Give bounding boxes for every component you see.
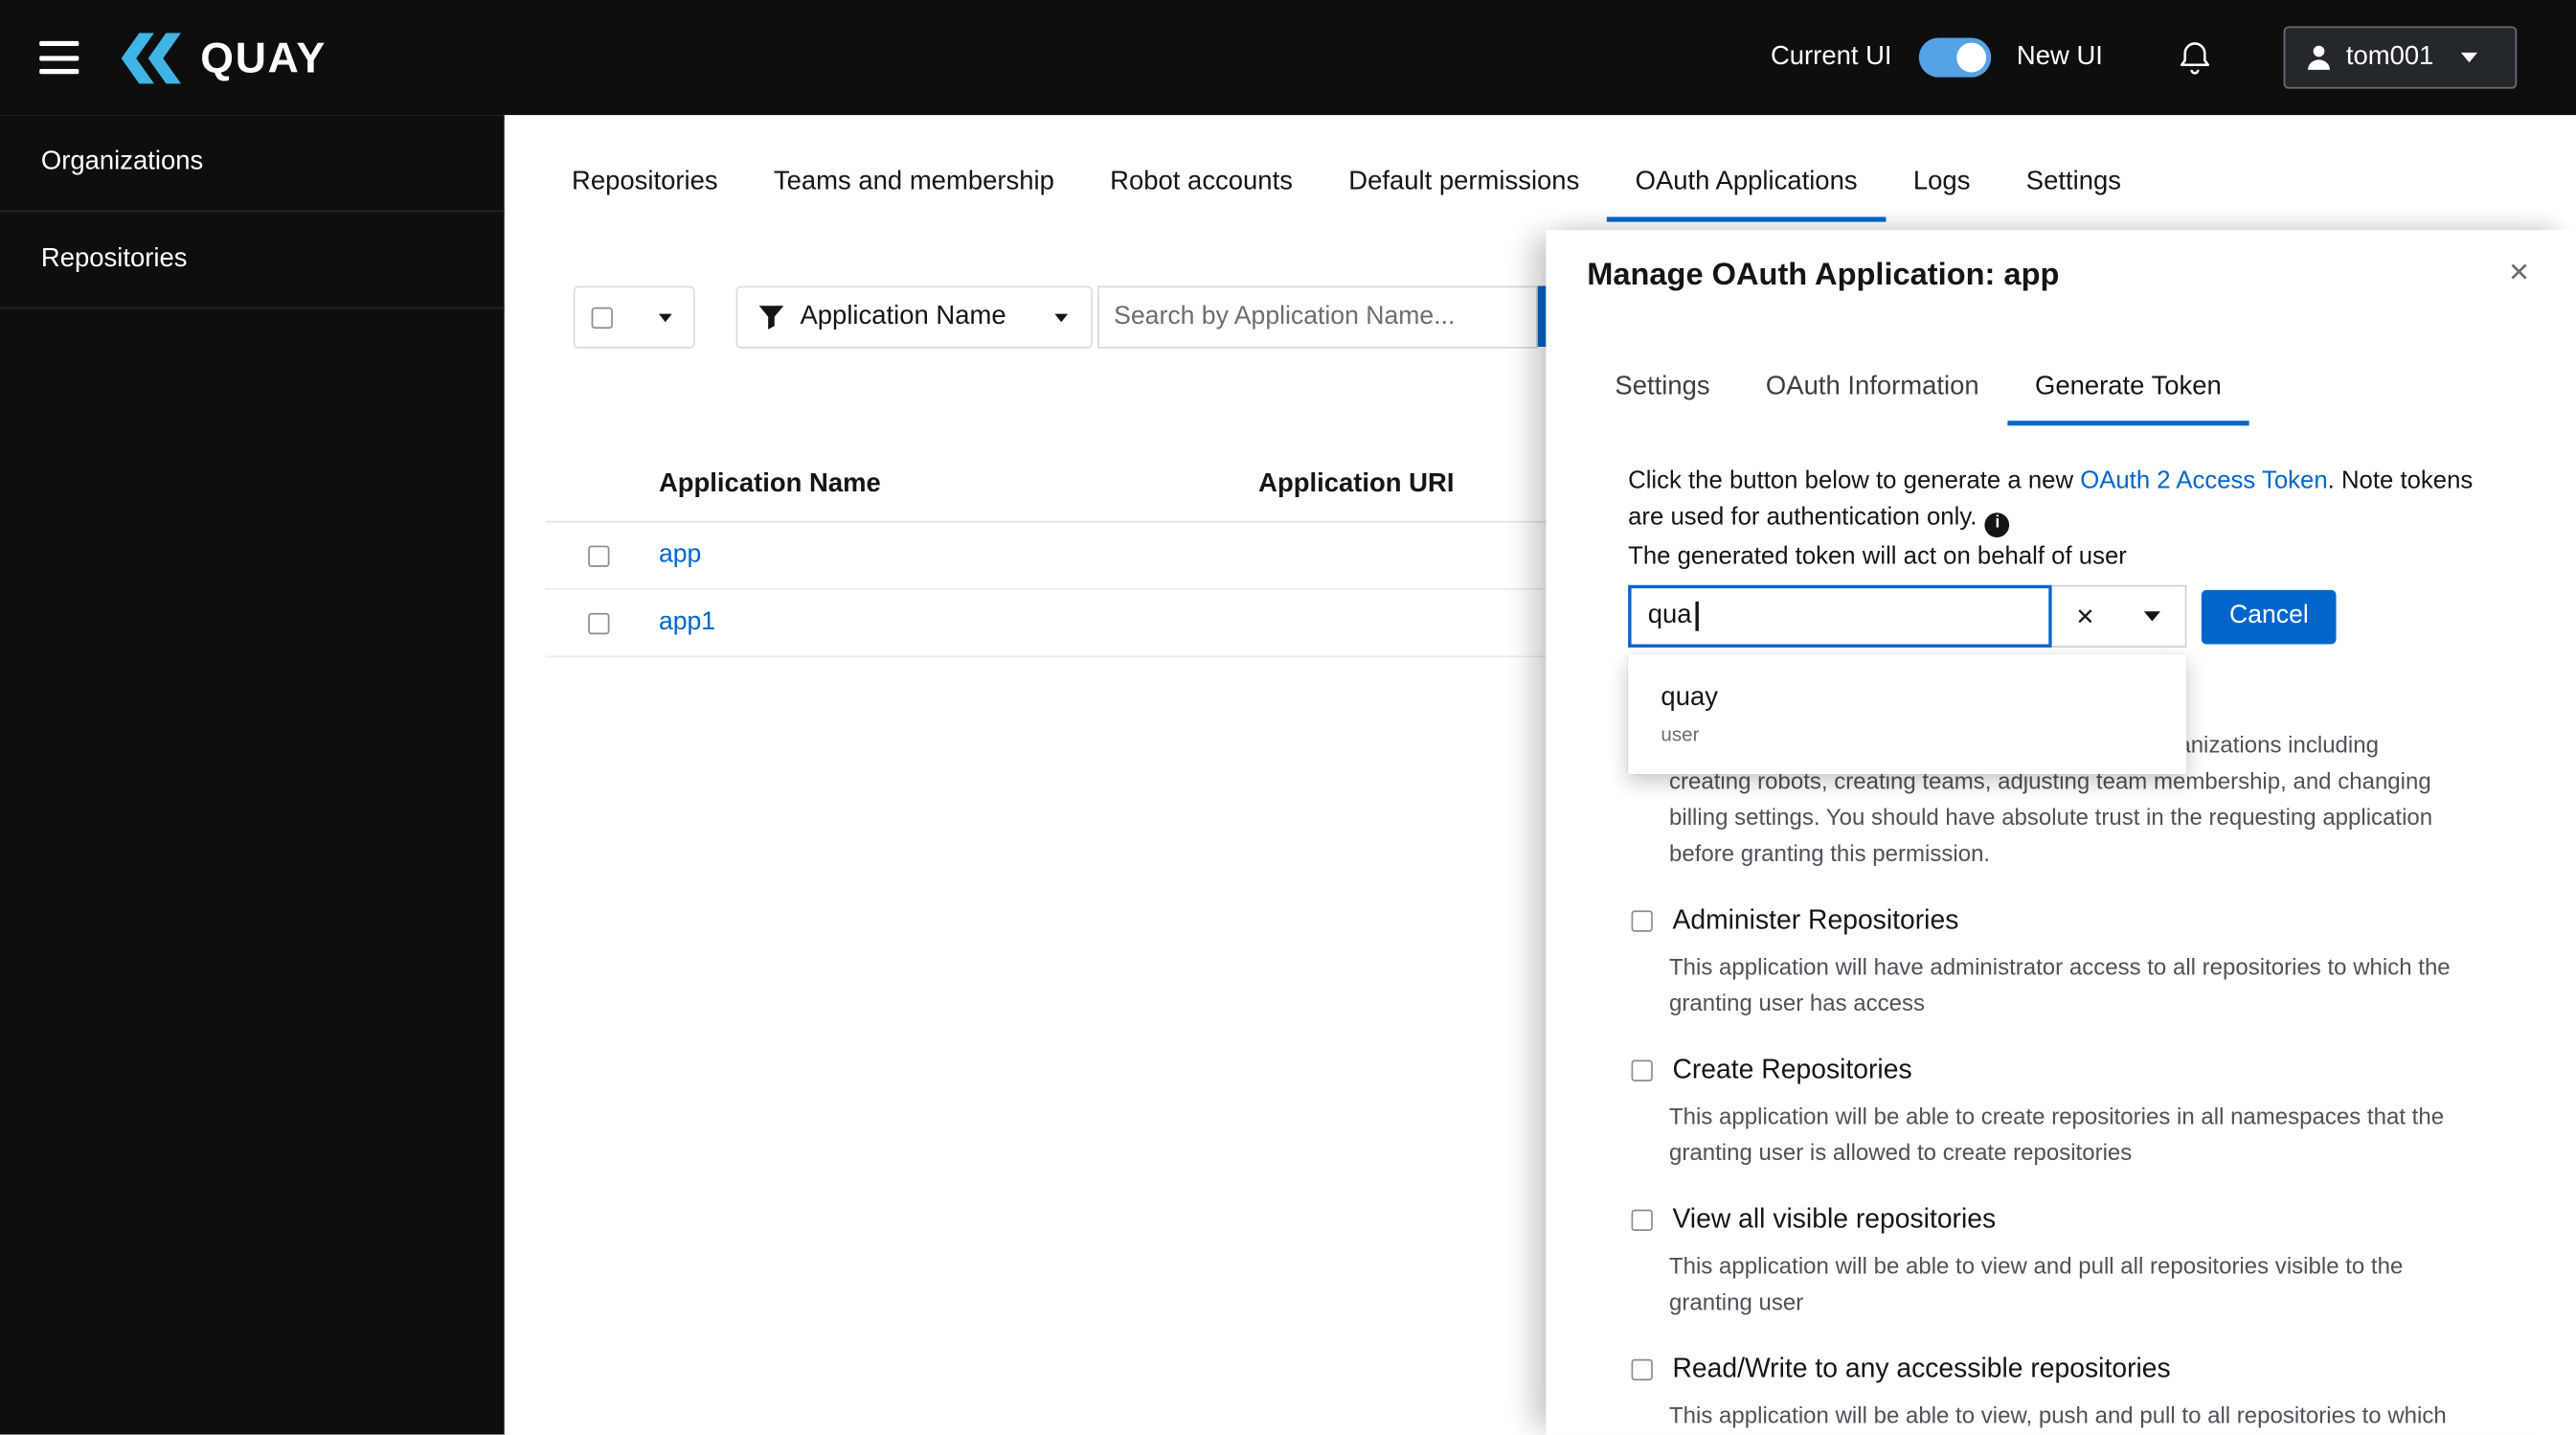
drawer-tab-bar: Settings OAuth Information Generate Toke… [1587,353,2249,426]
drawer-title: Manage OAuth Application: app [1587,258,2060,293]
suggestion-name[interactable]: quay [1661,680,2154,717]
chevron-down-icon[interactable] [2118,586,2184,646]
row-checkbox[interactable] [588,544,610,567]
permission-checkbox[interactable] [1631,909,1653,931]
page: QUAY Current UI New UI tom001 Organizati… [0,0,2576,1435]
tab-robot-accounts[interactable]: Robot accounts [1082,148,1321,221]
applications-table: Application Name Application URI app app… [545,448,1614,658]
application-link[interactable]: app [659,540,701,568]
permission-description: This application will be able to view an… [1669,1252,2404,1315]
filter-icon [758,305,784,330]
typeahead-value: qua [1647,601,1692,630]
search-input[interactable] [1096,285,1538,349]
permission-description: This application will have administrator… [1669,953,2451,1016]
close-icon[interactable]: ✕ [2508,257,2530,289]
sidebar-item-label: Repositories [40,244,188,273]
permission-toggle[interactable]: Administer Repositories [1631,899,2552,942]
user-menu[interactable]: tom001 [2283,26,2518,89]
quay-logo[interactable]: QUAY [119,32,327,83]
sidebar-item-label: Organizations [40,148,204,176]
permission-description: This application will be able to view, p… [1669,1401,2447,1428]
permission-label: Administer Repositories [1672,904,1959,935]
permission-label: Read/Write to any accessible repositorie… [1672,1353,2171,1383]
org-tab-bar: Repositories Teams and membership Robot … [544,148,2150,222]
bell-icon[interactable] [2179,39,2211,76]
new-ui-label: New UI [2016,42,2103,71]
masthead: QUAY Current UI New UI tom001 [0,0,2576,116]
chevron-down-icon [2461,52,2478,63]
quay-logo-icon [119,32,185,83]
bulk-select-checkbox[interactable] [591,306,613,329]
chevron-down-icon [658,312,672,322]
permission-item: Read/Write to any accessible repositorie… [1628,1348,2551,1433]
sidebar-item-organizations[interactable]: Organizations [0,115,505,213]
drawer-tab-generate-token[interactable]: Generate Token [2006,353,2249,426]
generate-token-intro: Click the button below to generate a new… [1628,464,2491,537]
permission-checkbox[interactable] [1631,1208,1653,1231]
sidebar: Organizations Repositories [0,115,505,1435]
user-icon [2307,44,2332,70]
permission-toggle[interactable]: Create Repositories [1631,1049,2552,1092]
bulk-select-dropdown[interactable] [573,285,695,349]
drawer-tab-settings[interactable]: Settings [1587,353,1738,425]
permission-checkbox[interactable] [1631,1357,1653,1380]
drawer-tab-oauth-information[interactable]: OAuth Information [1738,353,2007,425]
row-checkbox[interactable] [588,612,610,634]
filter-label: Application Name [800,302,1006,330]
permission-toggle[interactable]: View all visible repositories [1631,1198,2552,1241]
permission-item: Administer Repositories This application… [1628,899,2551,1020]
permission-label: View all visible repositories [1672,1203,1997,1234]
manage-oauth-drawer: Manage OAuth Application: app ✕ Settings… [1546,230,2576,1435]
username: tom001 [2345,42,2434,71]
tab-settings[interactable]: Settings [1999,148,2150,221]
intro-text: Click the button below to generate a new [1628,467,2081,495]
info-icon[interactable]: i [1985,512,2010,537]
brand-title: QUAY [200,32,327,81]
user-typeahead-input[interactable]: qua [1628,584,2052,648]
permission-label: Create Repositories [1672,1054,1912,1084]
ui-toggle-switch[interactable] [1917,37,1991,78]
toolbar: Application Name [573,285,1547,349]
tab-logs[interactable]: Logs [1886,148,1999,221]
tab-teams-and-membership[interactable]: Teams and membership [746,148,1082,221]
toggle-knob [1955,42,1986,73]
permission-description: This application will be able to create … [1669,1103,2445,1166]
application-link[interactable]: app1 [659,608,715,636]
token-user-row: qua ✕ Cancel [1628,584,2337,648]
sidebar-item-repositories[interactable]: Repositories [0,212,505,309]
suggestion-type: user [1661,722,1700,746]
tab-oauth-applications[interactable]: OAuth Applications [1607,148,1887,222]
column-application-name: Application Name [658,469,881,498]
permission-item: View all visible repositories This appli… [1628,1198,2551,1320]
table-row: app [545,523,1614,590]
filter-dropdown[interactable]: Application Name [735,285,1093,349]
chevron-down-icon [1054,312,1069,322]
typeahead-controls: ✕ [2051,584,2187,648]
tab-default-permissions[interactable]: Default permissions [1321,148,1607,221]
table-row: app1 [545,590,1614,658]
current-ui-label: Current UI [1770,42,1892,71]
permission-toggle[interactable]: Read/Write to any accessible repositorie… [1631,1348,2552,1391]
clear-icon[interactable]: ✕ [2052,586,2118,646]
tab-repositories[interactable]: Repositories [544,148,746,221]
hidden-action-button-sliver[interactable] [1537,285,1547,347]
oauth2-access-token-link[interactable]: OAuth 2 Access Token [2080,467,2327,494]
permission-item: Create Repositories This application wil… [1628,1049,2551,1171]
text-cursor [1694,601,1699,631]
cancel-button[interactable]: Cancel [2201,589,2337,644]
permission-checkbox[interactable] [1631,1059,1653,1081]
masthead-right: Current UI New UI tom001 [1770,26,2518,89]
typeahead-suggestion-menu: quay user [1628,653,2187,775]
behalf-text: The generated token will act on behalf o… [1628,542,2127,571]
hamburger-menu-icon[interactable] [39,40,82,75]
table-header-row: Application Name Application URI [545,448,1614,523]
